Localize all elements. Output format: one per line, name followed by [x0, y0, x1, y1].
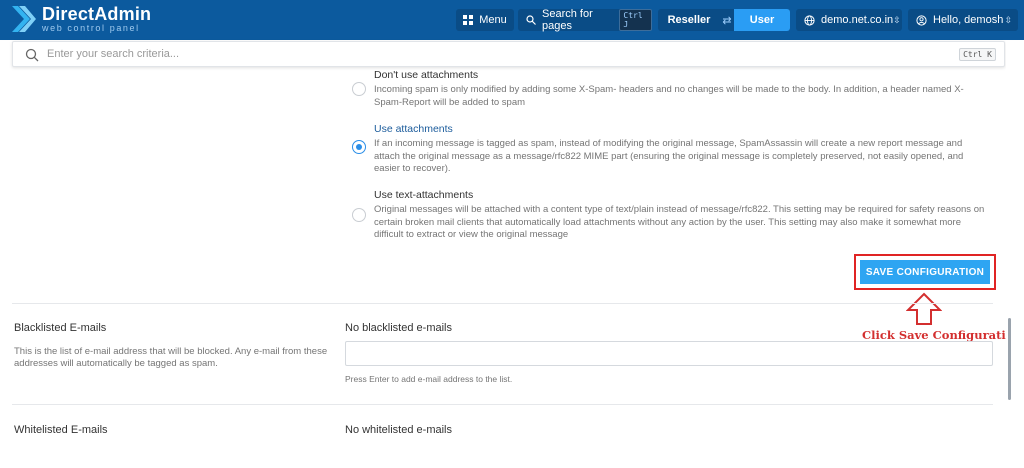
- radio-use-text-attachments[interactable]: [352, 208, 366, 222]
- menu-label: Menu: [479, 14, 507, 26]
- radio-dont-use-attachments[interactable]: [352, 82, 366, 96]
- switch-arrows-icon: ⇄: [722, 14, 732, 27]
- blacklist-email-input[interactable]: [345, 341, 993, 366]
- search-criteria-shortcut-badge: Ctrl K: [959, 48, 996, 61]
- option-title: Use attachments: [374, 123, 453, 135]
- option-title: Use text-attachments: [374, 189, 474, 201]
- option-use-text-attachments[interactable]: Use text-attachments Original messages w…: [352, 188, 992, 246]
- save-button-highlight: SAVE CONFIGURATION: [854, 254, 996, 290]
- option-dont-use-attachments[interactable]: Don't use attachments Incoming spam is o…: [352, 68, 992, 110]
- option-description: If an incoming message is tagged as spam…: [374, 138, 964, 174]
- up-arrow-annotation-icon: [905, 292, 943, 326]
- user-circle-icon: [916, 14, 927, 26]
- whitelist-field-label: No whitelisted e-mails: [345, 424, 452, 436]
- top-navigation-bar: DirectAdmin web control panel Menu Searc…: [0, 0, 1024, 40]
- switch-user-option[interactable]: User: [734, 9, 790, 31]
- chevron-updown-icon: ⇳: [893, 14, 901, 25]
- scrollbar-track[interactable]: [1006, 40, 1024, 468]
- search-icon: [526, 15, 536, 25]
- option-description: Incoming spam is only modified by adding…: [374, 84, 964, 108]
- grid-icon: [463, 15, 474, 25]
- option-title: Don't use attachments: [374, 69, 479, 81]
- search-pages-label: Search for pages: [542, 8, 593, 32]
- section-divider: [12, 303, 993, 304]
- search-icon: [25, 47, 39, 62]
- annotation-text: Click Save Configuration: [862, 328, 1022, 342]
- globe-icon: [804, 14, 815, 26]
- save-configuration-button[interactable]: SAVE CONFIGURATION: [860, 260, 990, 284]
- menu-button[interactable]: Menu: [456, 9, 514, 31]
- radio-use-attachments[interactable]: [352, 140, 366, 154]
- hello-label: Hello, demosh: [933, 14, 1004, 26]
- search-criteria-bar: Ctrl K: [12, 41, 1005, 67]
- directadmin-logo-icon: [10, 4, 36, 34]
- option-use-attachments[interactable]: Use attachments If an incoming message i…: [352, 122, 992, 178]
- blacklist-title: Blacklisted E-mails: [14, 322, 107, 334]
- directadmin-logo[interactable]: DirectAdmin web control panel: [10, 4, 151, 34]
- logo-title: DirectAdmin: [42, 4, 152, 24]
- scrollbar-thumb[interactable]: [1008, 318, 1011, 400]
- blacklist-field-label: No blacklisted e-mails: [345, 322, 452, 334]
- domain-label: demo.net.co.in: [821, 14, 894, 26]
- reseller-user-switch[interactable]: Reseller ⇄ User: [658, 9, 790, 31]
- switch-reseller-option[interactable]: Reseller: [658, 9, 720, 31]
- logo-subtitle: web control panel: [42, 23, 140, 33]
- chevron-updown-icon: ⇳: [1004, 14, 1012, 25]
- search-shortcut-badge: Ctrl J: [619, 9, 652, 31]
- option-description: Original messages will be attached with …: [374, 204, 985, 240]
- domain-selector[interactable]: demo.net.co.in ⇳: [796, 9, 902, 31]
- whitelist-title: Whitelisted E-mails: [14, 424, 108, 436]
- search-criteria-input[interactable]: [47, 48, 947, 60]
- blacklist-description: This is the list of e-mail address that …: [14, 346, 328, 369]
- blacklist-hint: Press Enter to add e-mail address to the…: [345, 374, 513, 384]
- user-menu[interactable]: Hello, demosh ⇳: [908, 9, 1018, 31]
- section-divider: [12, 404, 993, 405]
- search-pages-button[interactable]: Search for pages Ctrl J: [518, 8, 652, 32]
